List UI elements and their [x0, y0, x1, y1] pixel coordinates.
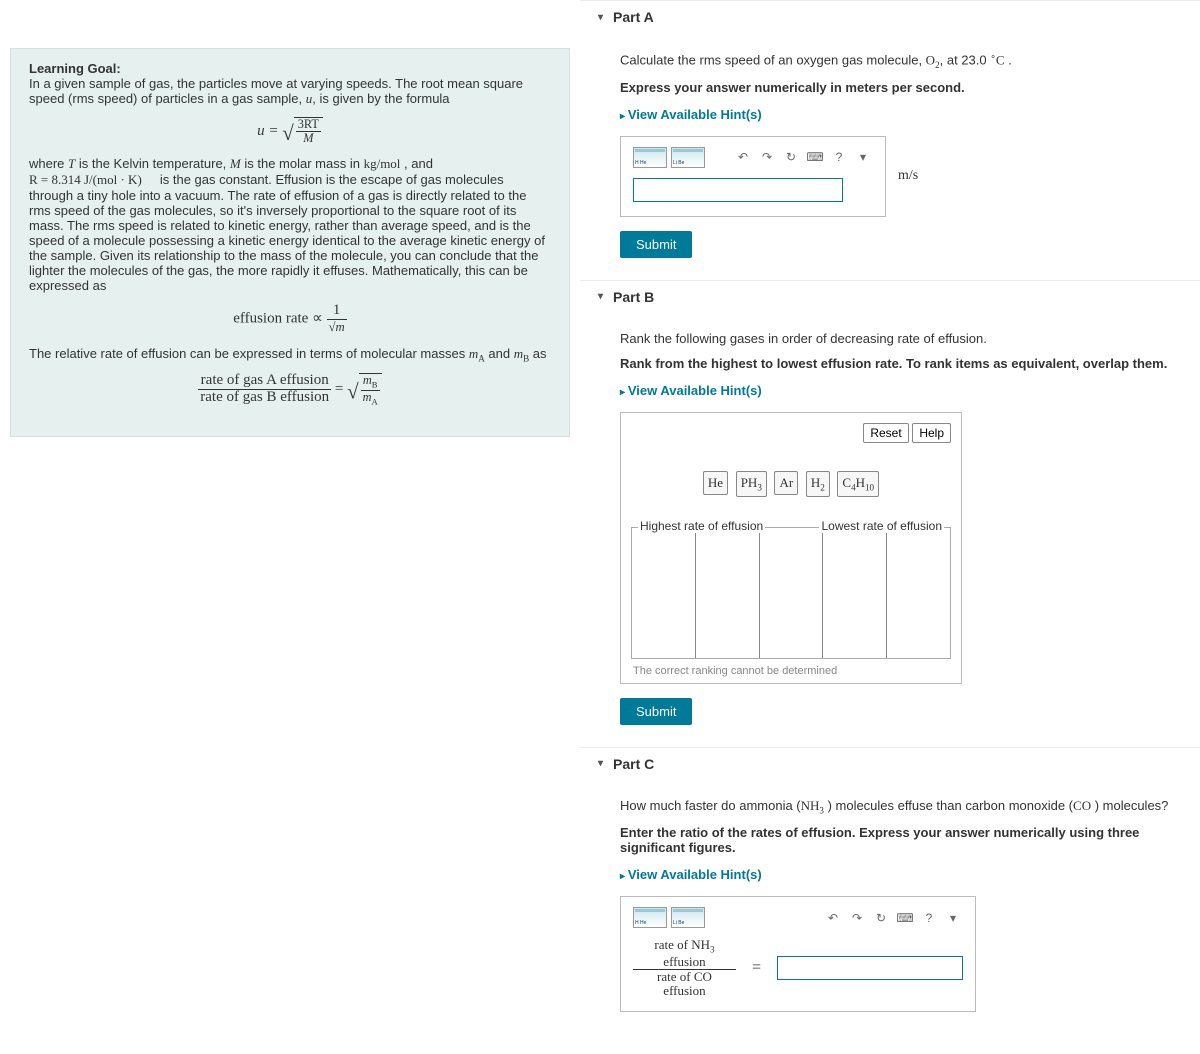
ranking-widget: Reset Help He PH3 Ar H2 C4H10 Highest ra… [620, 412, 962, 684]
keyboard-icon[interactable]: ⌨ [805, 149, 825, 165]
more-icon[interactable]: ▾ [943, 910, 963, 926]
effusion-formula: effusion rate ∝ 1√m [29, 303, 551, 336]
part-a-body: Calculate the rms speed of an oxygen gas… [580, 33, 1200, 280]
part-b-hints-link[interactable]: View Available Hint(s) [620, 383, 762, 398]
rms-formula: u = √3RTM [29, 117, 551, 146]
part-c-header[interactable]: Part C [580, 747, 1200, 780]
periodic-table-icon[interactable]: H He [633, 147, 667, 168]
part-a-unit: m/s [898, 168, 918, 184]
undo-icon[interactable]: ↶ [823, 910, 843, 926]
ranking-left-label: Highest rate of effusion [638, 519, 765, 533]
more-icon[interactable]: ▾ [853, 149, 873, 165]
ranking-dropzone[interactable]: Highest rate of effusion Lowest rate of … [631, 527, 951, 659]
periodic-table-icon-2[interactable]: Li Be [671, 907, 705, 928]
part-a-submit-button[interactable]: Submit [620, 231, 692, 258]
chevron-down-icon [598, 12, 603, 23]
relative-rate-formula: rate of gas A effusionrate of gas B effu… [29, 373, 551, 406]
gas-tag[interactable]: Ar [774, 471, 798, 495]
gas-tag[interactable]: H2 [806, 471, 830, 497]
part-b-body: Rank the following gases in order of dec… [580, 313, 1200, 747]
reset-icon[interactable]: ↻ [781, 149, 801, 165]
part-a-header[interactable]: Part A [580, 0, 1200, 33]
ranking-items-pool: He PH3 Ar H2 C4H10 [631, 471, 951, 497]
part-a-instructions: Express your answer numerically in meter… [620, 80, 1180, 95]
gas-tag[interactable]: PH3 [736, 471, 767, 497]
learning-goal-panel: Learning Goal: In a given sample of gas,… [10, 48, 570, 437]
gas-tag[interactable]: C4H10 [837, 471, 879, 497]
part-a-hints-link[interactable]: View Available Hint(s) [620, 107, 762, 122]
ranking-help-button[interactable]: Help [912, 423, 951, 443]
part-c-instructions: Enter the ratio of the rates of effusion… [620, 825, 1180, 855]
undo-icon[interactable]: ↶ [733, 149, 753, 165]
part-b-instructions: Rank from the highest to lowest effusion… [620, 356, 1180, 371]
help-icon[interactable]: ? [919, 910, 939, 926]
part-c-body: How much faster do ammonia (NH3 ) molecu… [580, 780, 1200, 1035]
part-a-answer-box: H He Li Be ↶ ↷ ↻ ⌨ ? ▾ [620, 136, 886, 217]
periodic-table-icon[interactable]: H He [633, 907, 667, 928]
chevron-down-icon [598, 758, 603, 769]
keyboard-icon[interactable]: ⌨ [895, 910, 915, 926]
redo-icon[interactable]: ↷ [847, 910, 867, 926]
ranking-note: The correct ranking cannot be determined [631, 661, 951, 681]
part-b-submit-button[interactable]: Submit [620, 698, 692, 725]
part-c-ratio-label: rate of NH3 effusion rate of CO effusion [633, 938, 736, 997]
chevron-down-icon [598, 291, 603, 302]
gas-tag[interactable]: He [703, 471, 728, 495]
redo-icon[interactable]: ↷ [757, 149, 777, 165]
part-c-question: How much faster do ammonia (NH3 ) molecu… [620, 798, 1180, 816]
part-b-header[interactable]: Part B [580, 280, 1200, 313]
reset-icon[interactable]: ↻ [871, 910, 891, 926]
learning-goal-heading: Learning Goal: [29, 61, 121, 76]
part-c-hints-link[interactable]: View Available Hint(s) [620, 867, 762, 882]
ranking-right-label: Lowest rate of effusion [819, 519, 944, 533]
part-c-answer-box: H He Li Be ↶ ↷ ↻ ⌨ ? ▾ rate of NH3 effus… [620, 896, 976, 1012]
periodic-table-icon-2[interactable]: Li Be [671, 147, 705, 168]
part-c-answer-input[interactable] [777, 956, 963, 980]
part-b-question: Rank the following gases in order of dec… [620, 331, 1180, 346]
help-icon[interactable]: ? [829, 149, 849, 165]
ranking-reset-button[interactable]: Reset [863, 423, 908, 443]
part-a-answer-input[interactable] [633, 178, 843, 202]
part-a-question: Calculate the rms speed of an oxygen gas… [620, 51, 1180, 70]
